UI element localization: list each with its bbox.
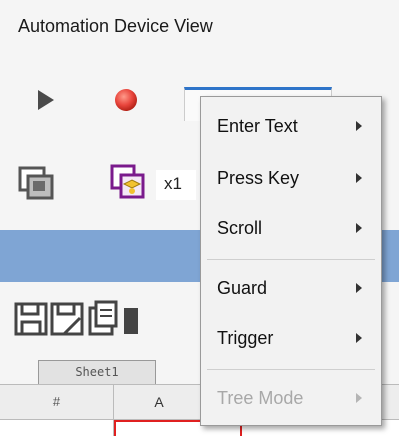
submenu-arrow-icon (356, 283, 362, 293)
submenu-arrow-icon (356, 333, 362, 343)
menu-item-tree-mode: Tree Mode (201, 379, 381, 419)
menu-separator (207, 369, 375, 370)
save-icon[interactable] (14, 298, 48, 338)
menu-item-guard[interactable]: Guard (201, 269, 381, 309)
play-icon[interactable] (34, 88, 58, 112)
submenu-arrow-icon (356, 121, 362, 131)
column-header-a[interactable]: A (114, 385, 204, 419)
column-header-number[interactable]: # (0, 385, 114, 419)
menu-item-label: Guard (217, 278, 268, 298)
sheet-tab[interactable]: Sheet1 (38, 360, 156, 384)
menu-item-label: Enter Text (217, 116, 298, 136)
window-title: Automation Device View (18, 16, 213, 36)
submenu-arrow-icon (356, 223, 362, 233)
submenu-arrow-icon (356, 173, 362, 183)
delete-icon[interactable] (122, 298, 138, 338)
record-icon[interactable] (112, 86, 140, 114)
menu-item-label: Scroll (217, 218, 263, 238)
context-menu: Enter Text Press Key Scroll Guard Trigge… (200, 96, 382, 426)
zoom-field[interactable]: x1 (156, 170, 196, 200)
row-number-cell[interactable] (0, 420, 114, 436)
menu-item-scroll[interactable]: Scroll (201, 209, 381, 249)
menu-item-label: Press Key (217, 168, 300, 188)
menu-item-label: Tree Mode (217, 388, 304, 408)
copy-document-icon[interactable] (86, 298, 120, 338)
menu-item-label: Trigger (217, 328, 274, 348)
menu-item-enter-text[interactable]: Enter Text (201, 107, 381, 147)
screen-copy-icon[interactable] (18, 166, 54, 200)
menu-separator (207, 259, 375, 260)
menu-item-press-key[interactable]: Press Key (201, 159, 381, 199)
submenu-arrow-icon (356, 393, 362, 403)
save-as-icon[interactable] (50, 298, 84, 338)
capture-element-icon[interactable] (110, 164, 146, 200)
menu-item-trigger[interactable]: Trigger (201, 319, 381, 359)
